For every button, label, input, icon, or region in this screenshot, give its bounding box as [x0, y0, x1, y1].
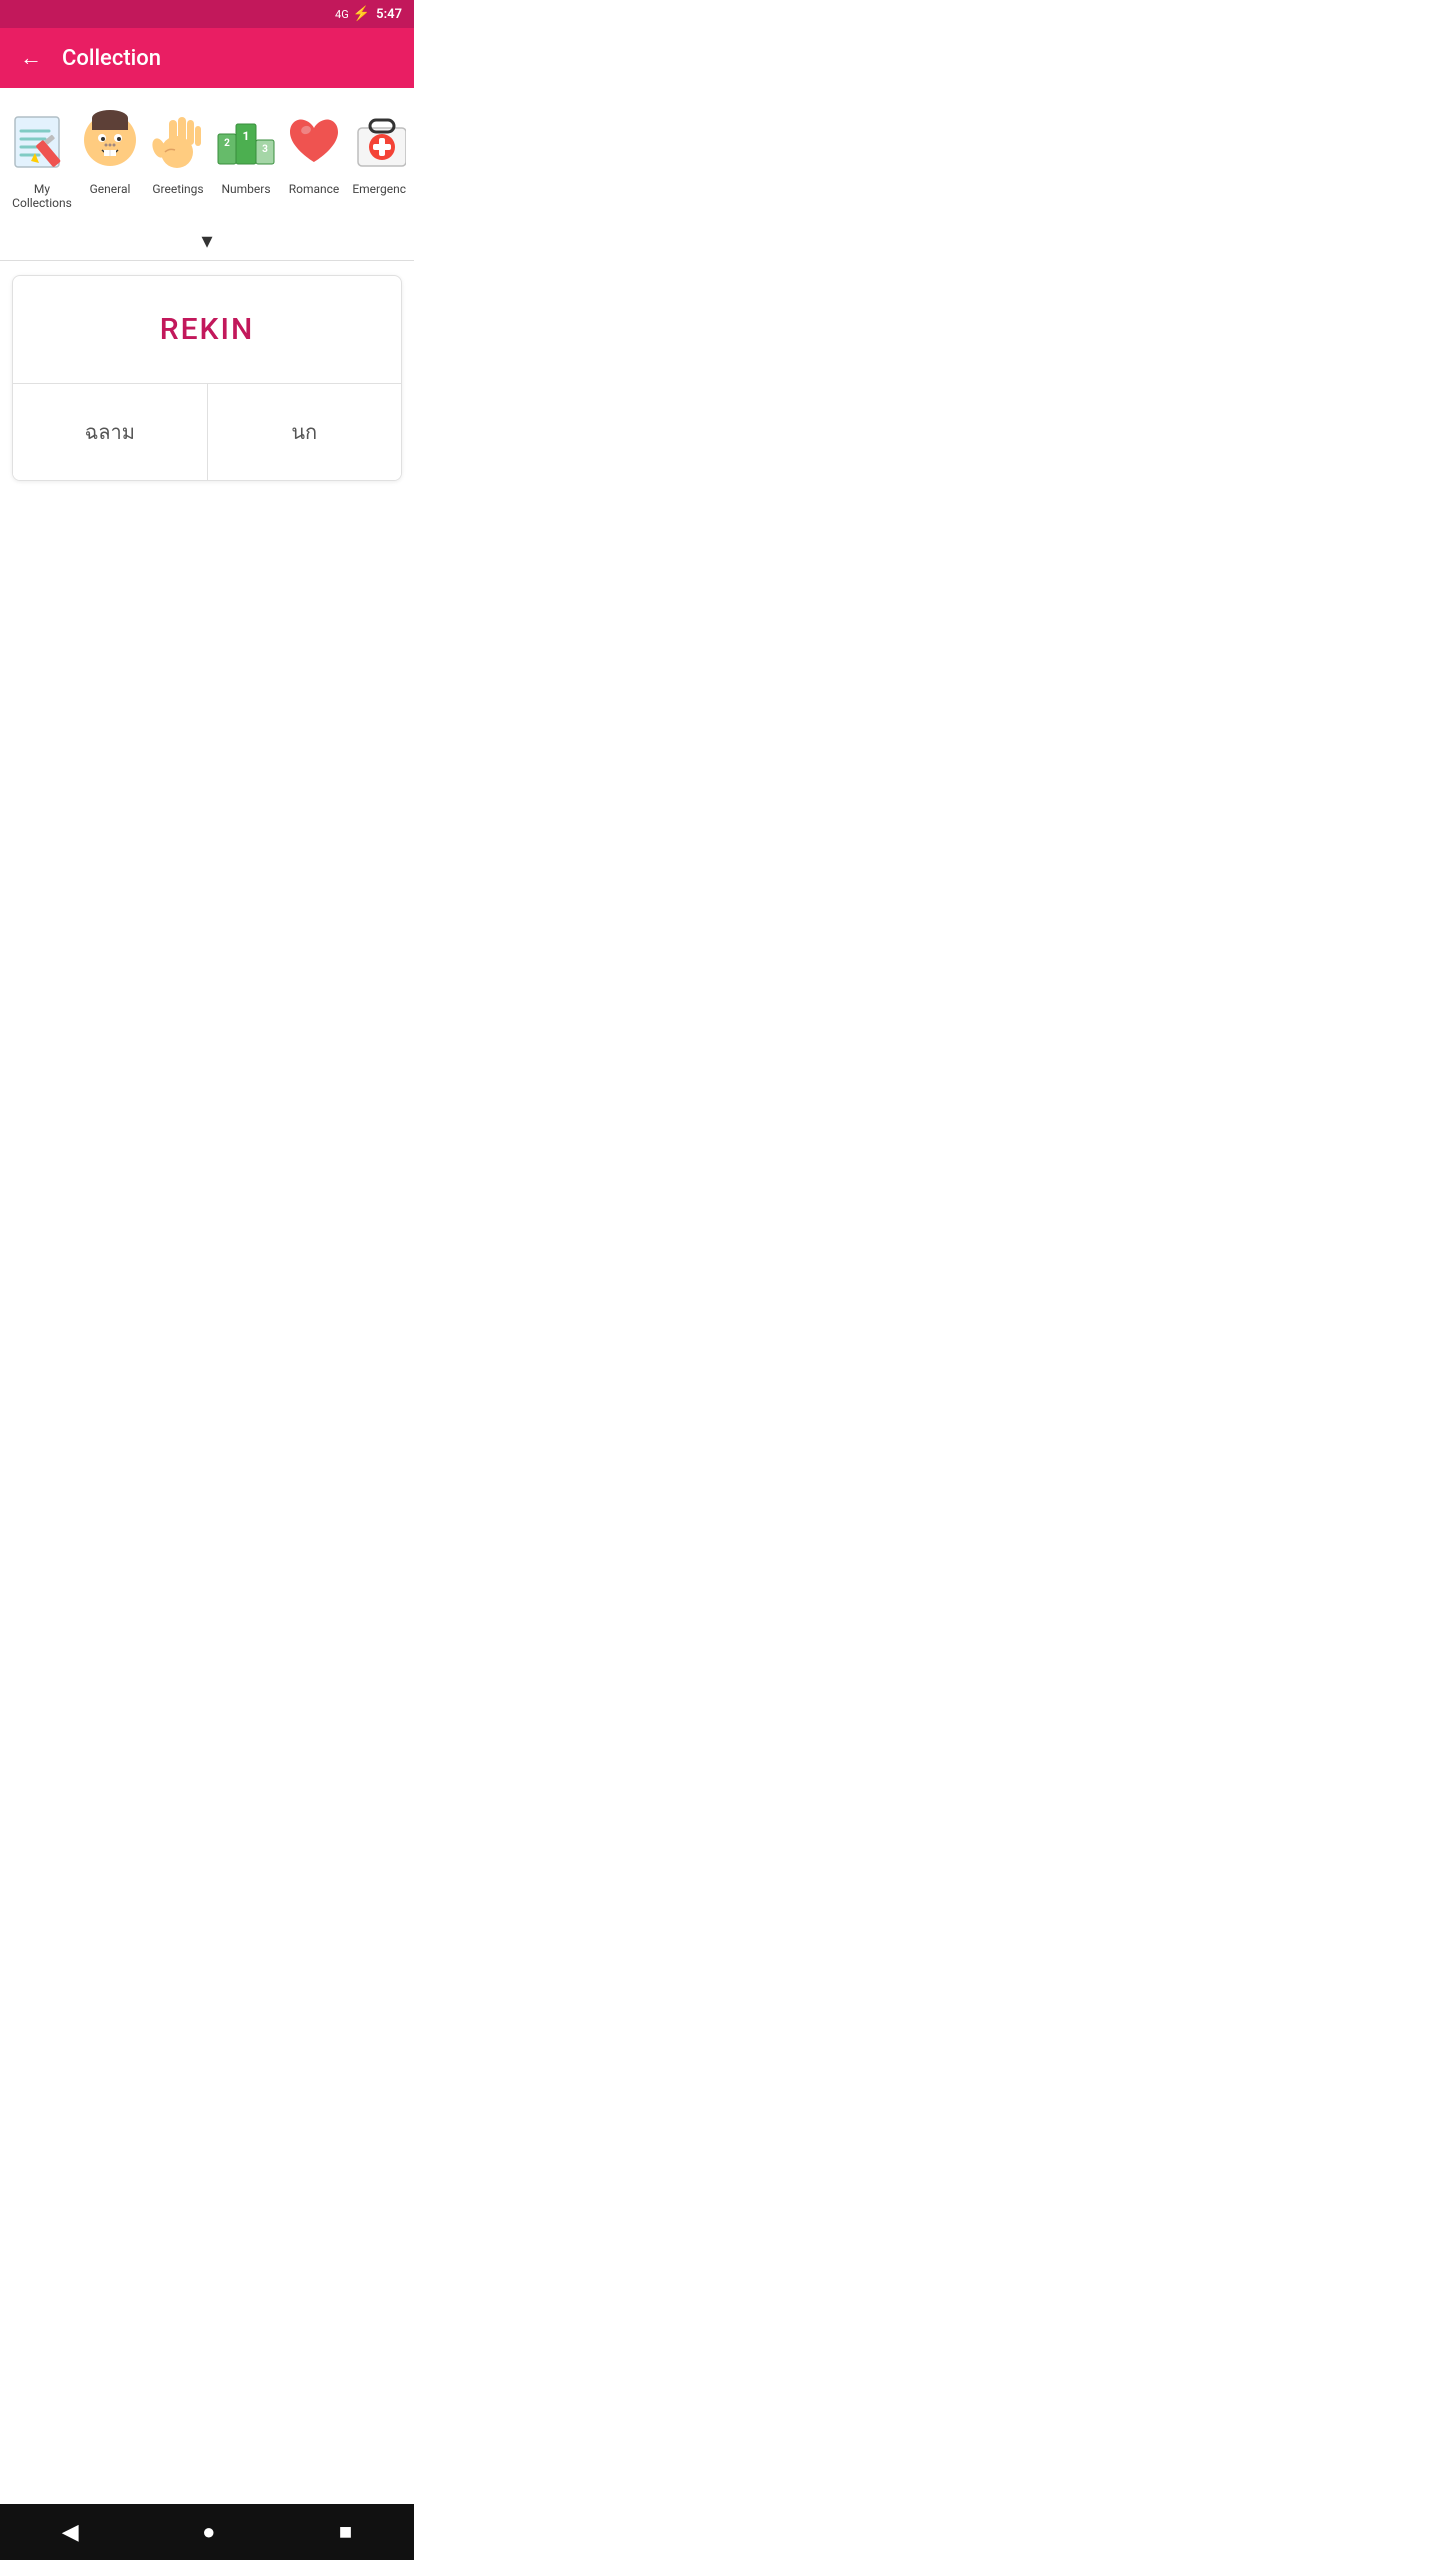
category-label-numbers: Numbers: [221, 182, 270, 196]
category-icon-my-collections-wrap: [8, 104, 78, 176]
nav-home-button[interactable]: ●: [186, 2511, 231, 2553]
time-display: 5:47: [376, 7, 402, 22]
category-row: My Collections: [8, 104, 406, 219]
general-icon: [80, 110, 140, 170]
category-icon-greetings-wrap: [142, 104, 214, 176]
category-label-emergency: Emergency: [352, 182, 406, 196]
category-item-numbers[interactable]: 1 2 3 Numbers: [212, 104, 280, 204]
app-bar: ← Collection: [0, 28, 414, 88]
card-word: REKIN: [160, 312, 255, 347]
category-section: My Collections: [0, 88, 414, 219]
numbers-icon: 1 2 3: [216, 110, 276, 170]
bottom-nav: ◀ ● ■: [0, 2504, 414, 2560]
chevron-down-icon[interactable]: ▾: [201, 229, 212, 254]
category-icon-general-wrap: [74, 104, 146, 176]
card-section: REKIN ฉลาม นก: [0, 261, 414, 495]
romance-icon: [284, 110, 344, 170]
category-item-emergency[interactable]: Emergency: [348, 104, 406, 204]
category-icon-romance-wrap: [278, 104, 350, 176]
category-item-general[interactable]: General: [76, 104, 144, 204]
signal-icon: 4G: [335, 8, 349, 21]
card-answers: ฉลาม นก: [13, 384, 401, 480]
nav-back-button[interactable]: ◀: [46, 2511, 95, 2553]
card-answer-right[interactable]: นก: [208, 384, 402, 480]
back-button[interactable]: ←: [16, 41, 46, 75]
category-item-romance[interactable]: Romance: [280, 104, 348, 204]
category-icon-emergency-wrap: [346, 104, 406, 176]
category-label-romance: Romance: [289, 182, 340, 196]
category-label-greetings: Greetings: [152, 182, 203, 196]
category-label-my-collections: My Collections: [8, 182, 76, 211]
status-icons: 4G ⚡: [335, 6, 370, 22]
svg-text:2: 2: [224, 138, 230, 149]
flashcard: REKIN ฉลาม นก: [12, 275, 402, 481]
category-item-greetings[interactable]: Greetings: [144, 104, 212, 204]
my-collections-icon: [11, 109, 73, 171]
chevron-row: ▾: [0, 219, 414, 260]
status-bar: 4G ⚡ 5:47: [0, 0, 414, 28]
svg-text:3: 3: [262, 144, 268, 155]
svg-text:1: 1: [243, 129, 250, 143]
emergency-icon: [352, 110, 406, 170]
page-title: Collection: [62, 46, 161, 71]
answer-right-text: นก: [291, 416, 317, 448]
card-answer-left[interactable]: ฉลาม: [13, 384, 208, 480]
category-icon-numbers-wrap: 1 2 3: [210, 104, 282, 176]
category-label-general: General: [90, 182, 131, 196]
answer-left-text: ฉลาม: [85, 416, 135, 448]
nav-recents-button[interactable]: ■: [323, 2511, 368, 2553]
card-top: REKIN: [13, 276, 401, 384]
battery-icon: ⚡: [353, 6, 370, 22]
greetings-icon: [149, 110, 207, 170]
category-item-my-collections[interactable]: My Collections: [8, 104, 76, 219]
